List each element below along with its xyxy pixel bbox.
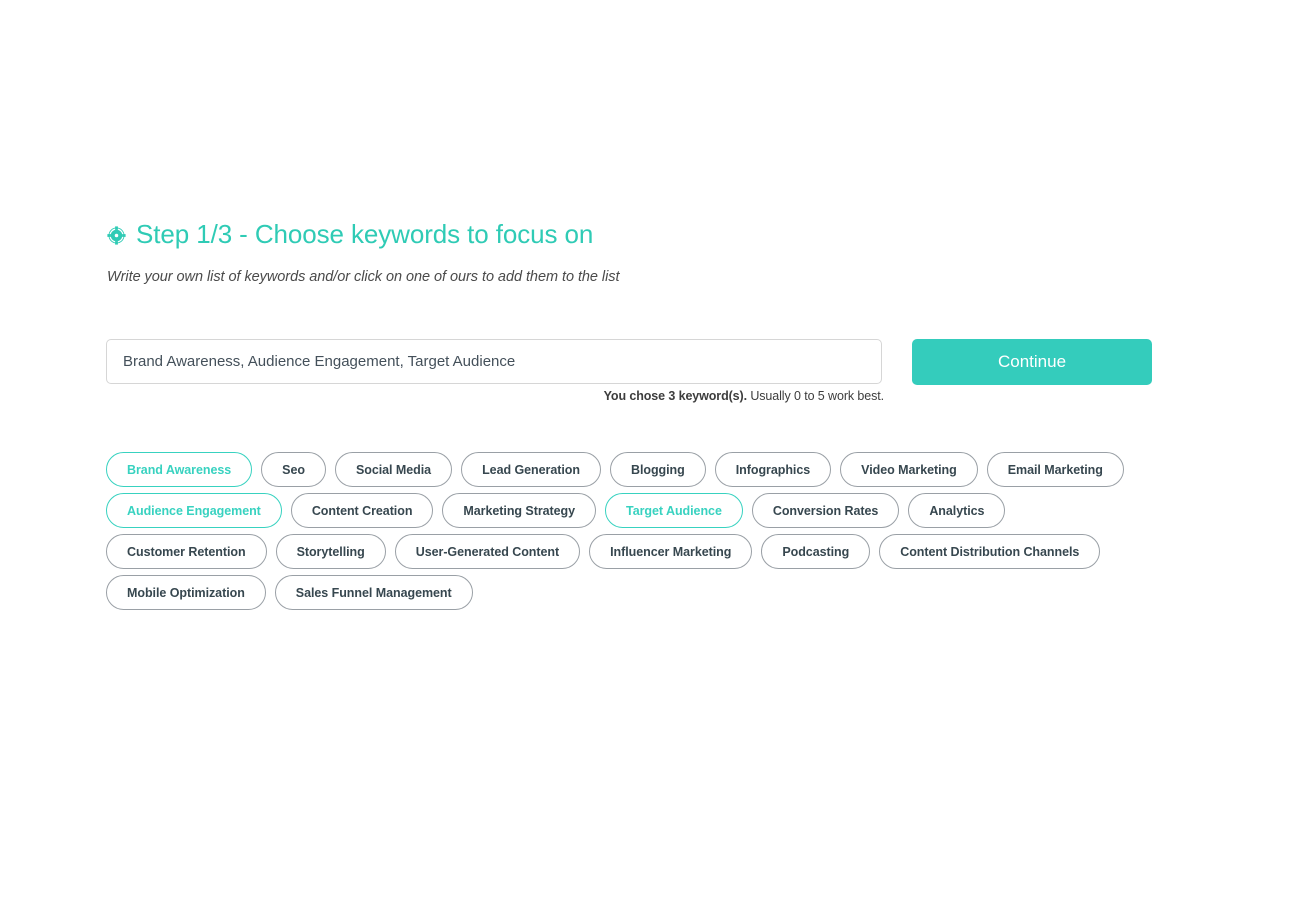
keyword-chip-label: Influencer Marketing (610, 544, 732, 559)
keyword-chip[interactable]: Email Marketing (986, 452, 1124, 487)
keyword-chip-label: Podcasting (782, 544, 850, 559)
target-crosshair-icon (106, 225, 127, 246)
keyword-chip[interactable]: Conversion Rates (751, 493, 900, 528)
keyword-chip-label: Analytics (929, 503, 985, 518)
keyword-chip[interactable]: Content Distribution Channels (879, 534, 1101, 569)
keyword-count-hint: Usually 0 to 5 work best. (750, 389, 884, 403)
keyword-chip[interactable]: Mobile Optimization (106, 575, 266, 610)
keyword-entry-row: Continue (106, 339, 1154, 385)
keyword-chip[interactable]: Lead Generation (461, 452, 601, 487)
keyword-chip-label: Email Marketing (1007, 462, 1103, 477)
keyword-chip[interactable]: Brand Awareness (106, 452, 253, 487)
keyword-chip[interactable]: Video Marketing (840, 452, 978, 487)
keyword-chip-label: Mobile Optimization (127, 585, 245, 600)
keyword-chip-label: Brand Awareness (127, 462, 232, 477)
keyword-chip-label: Customer Retention (127, 544, 246, 559)
keyword-chip[interactable]: Target Audience (605, 493, 743, 528)
keyword-chip[interactable]: Sales Funnel Management (274, 575, 473, 610)
keyword-chip[interactable]: Social Media (334, 452, 453, 487)
keyword-chip[interactable]: Seo (261, 452, 326, 487)
keyword-chip-label: Storytelling (296, 544, 365, 559)
keyword-chip[interactable]: Podcasting (761, 534, 871, 569)
keyword-chip[interactable]: Marketing Strategy (442, 493, 597, 528)
keyword-suggestions: Brand Awareness Seo Social Media Lead Gener… (106, 452, 1166, 610)
keyword-chip-label: Marketing Strategy (463, 503, 576, 518)
page-title-text: Step 1/3 - Choose keywords to focus on (136, 219, 594, 249)
keyword-chip-label: Content Distribution Channels (900, 544, 1080, 559)
keyword-chip-label: Audience Engagement (127, 503, 261, 518)
keyword-count-label: You chose 3 keyword(s). (603, 389, 747, 403)
page-subtitle: Write your own list of keywords and/or c… (107, 268, 620, 285)
keyword-chip[interactable]: Infographics (714, 452, 832, 487)
keyword-input[interactable] (106, 339, 882, 384)
keyword-selection-page: Step 1/3 - Choose keywords to focus on W… (0, 0, 1300, 900)
keyword-chip[interactable]: Storytelling (275, 534, 386, 569)
keyword-chip-label: Video Marketing (861, 462, 957, 477)
keyword-chip-label: Conversion Rates (772, 503, 879, 518)
keyword-chip-label: Blogging (630, 462, 685, 477)
keyword-chip[interactable]: Influencer Marketing (589, 534, 753, 569)
keyword-chip-label: User-Generated Content (415, 544, 560, 559)
keyword-chip[interactable]: Content Creation (290, 493, 434, 528)
keyword-chip-label: Seo (282, 462, 305, 477)
keyword-chip-label: Lead Generation (482, 462, 580, 477)
keyword-chip[interactable]: Blogging (609, 452, 706, 487)
keyword-chip-label: Sales Funnel Management (295, 585, 452, 600)
wizard-header: Step 1/3 - Choose keywords to focus on W… (106, 219, 1154, 287)
keyword-chip[interactable]: Customer Retention (106, 534, 267, 569)
keyword-chip-label: Target Audience (626, 503, 722, 518)
keyword-chip[interactable]: User-Generated Content (394, 534, 581, 569)
continue-button[interactable]: Continue (912, 339, 1152, 385)
keyword-chip[interactable]: Analytics (908, 493, 1006, 528)
keyword-chip-label: Infographics (735, 462, 811, 477)
keyword-chip[interactable]: Audience Engagement (106, 493, 282, 528)
keyword-count-helper: You chose 3 keyword(s). Usually 0 to 5 w… (106, 388, 884, 404)
keyword-chip-label: Social Media (355, 462, 432, 477)
keyword-chip-label: Content Creation (311, 503, 413, 518)
page-title: Step 1/3 - Choose keywords to focus on (106, 219, 1154, 250)
